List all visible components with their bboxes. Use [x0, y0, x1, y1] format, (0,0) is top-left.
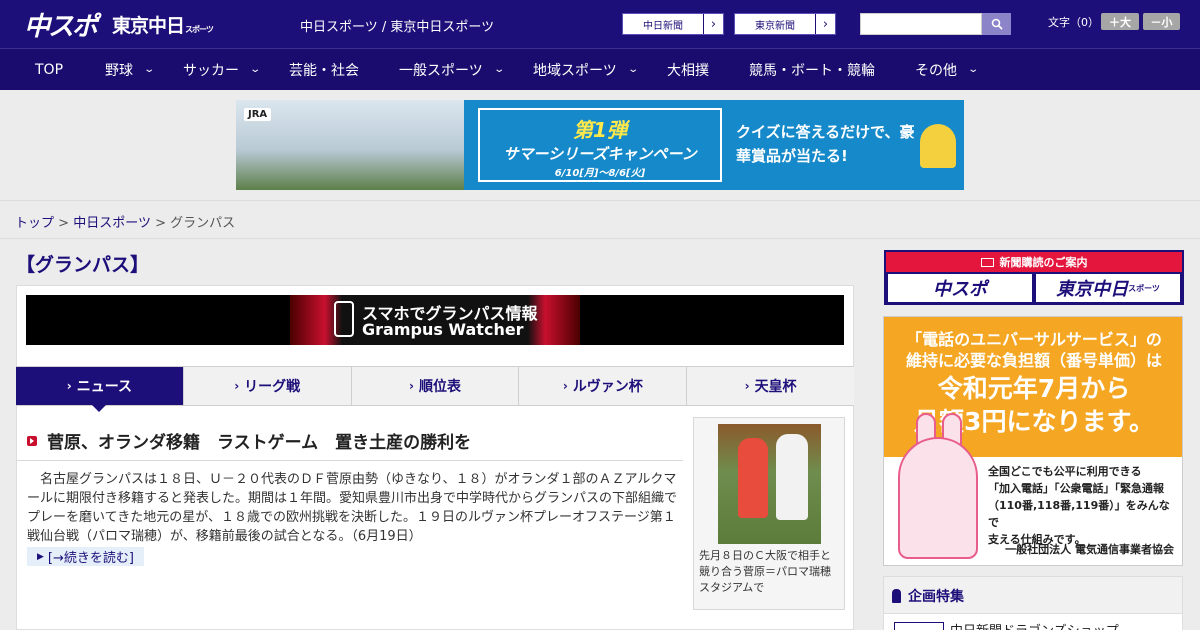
section-tabs: › ニュース › リーグ戦 › 順位表 › ルヴァン杯 › 天皇杯 [16, 366, 854, 412]
campaign-dates: 6/10[月]～8/6[火] [554, 168, 646, 179]
play-icon [27, 435, 37, 446]
site-header: 中スポ 東京中日スポーツ 中日スポーツ / 東京中日スポーツ 中日新聞 › 東京… [0, 0, 1200, 48]
universal-service-ad[interactable]: 「電話のユニバーサルサービス」の 維持に必要な負担額（番号単価）は 令和元年7月… [883, 316, 1183, 566]
tab-league[interactable]: › リーグ戦 [184, 367, 352, 405]
read-more-text: [→続きを読む] [47, 551, 134, 566]
subscription-header: 新聞購読のご案内 [886, 252, 1182, 272]
special-feature-text: 中日新聞ドラゴンズショップ [950, 620, 1119, 630]
photo-caption: 先月８日のＣ大阪で相手と競り合う菅原＝パロマ瑞穂スタジアムで [699, 549, 831, 594]
font-bigger-button[interactable]: ＋大 [1101, 13, 1139, 30]
chevron-right-icon: › [409, 379, 414, 393]
site-logo[interactable]: 中スポ 東京中日スポーツ [24, 6, 214, 43]
chunichi-shimbun-button[interactable]: 中日新聞 › [622, 13, 724, 35]
chevron-down-icon: ⌄ [143, 64, 156, 75]
breadcrumb-bar: トップ > 中日スポーツ > グランパス [0, 200, 1200, 239]
triangle-right-icon: ▶ [37, 551, 44, 562]
chevron-down-icon: ⌄ [967, 64, 980, 75]
special-feature-thumb [894, 622, 944, 630]
jra-banner-ad[interactable]: JRA 第1弾 サマーシリーズキャンペーン 6/10[月]～8/6[火] クイズ… [236, 100, 964, 190]
site-title: 中日スポーツ / 東京中日スポーツ [300, 20, 495, 35]
main-nav: TOP 野球 ⌄ サッカー ⌄ 芸能・社会 一般スポーツ ⌄ 地域スポーツ ⌄ 大相撲 … [0, 48, 1200, 90]
trophy-icon [920, 124, 956, 168]
subscribe-tokyo-link[interactable]: 東京中日 スポーツ [1036, 274, 1180, 302]
campaign-title: 第1弾 [573, 118, 627, 142]
nav-top[interactable]: TOP [35, 49, 63, 90]
nav-other[interactable]: その他 ⌄ [915, 49, 980, 90]
breadcrumb-chunichi-sports[interactable]: 中日スポーツ [73, 216, 151, 231]
special-features-box: 企画特集 中日新聞ドラゴンズショップ [883, 576, 1183, 630]
subscription-title: 新聞購読のご案内 [999, 256, 1088, 269]
newspaper-icon [980, 257, 994, 267]
breadcrumb-sep: > [58, 216, 70, 231]
subscription-box[interactable]: 新聞購読のご案内 中スポ 東京中日 スポーツ [884, 250, 1184, 305]
campaign-name: サマーシリーズキャンペーン [503, 145, 697, 163]
chevron-right-icon: › [562, 379, 568, 393]
bunny-mascot-icon [898, 437, 978, 559]
breadcrumb: トップ > 中日スポーツ > グランパス [15, 212, 235, 231]
nav-soccer[interactable]: サッカー ⌄ [183, 49, 262, 90]
grampus-watcher-banner[interactable]: スマホでグランパス情報 Grampus Watcher [26, 295, 844, 345]
nav-local-sports[interactable]: 地域スポーツ ⌄ [533, 49, 639, 90]
logo-chuspo[interactable]: 中スポ [24, 6, 98, 43]
nav-general-sports[interactable]: 一般スポーツ ⌄ [399, 49, 505, 90]
tab-levain-cup[interactable]: › ルヴァン杯 [519, 367, 688, 405]
article-body: 名古屋グランパスは１８日、Ｕ－２０代表のＤＦ菅原由勢（ゆきなり、１８）がオランダ… [27, 472, 678, 544]
campaign-copy: クイズに答えるだけで、豪華賞品が当たる! [736, 123, 915, 165]
campaign-box: 第1弾 サマーシリーズキャンペーン 6/10[月]～8/6[火] [478, 108, 722, 182]
breadcrumb-sep: > [155, 216, 166, 231]
special-feature-item[interactable]: 中日新聞ドラゴンズショップ [884, 613, 1182, 630]
main-panel: スマホでグランパス情報 Grampus Watcher › ニュース › リーグ戦 … [16, 285, 854, 630]
tab-news[interactable]: › ニュース [16, 367, 184, 412]
article-photo-card[interactable]: 先月８日のＣ大阪で相手と競り合う菅原＝パロマ瑞穂スタジアムで [693, 417, 845, 610]
jra-logo: JRA [244, 108, 272, 121]
page-title: 【グランパス】 [16, 254, 150, 276]
nav-entertainment[interactable]: 芸能・社会 [289, 49, 359, 90]
logo-tokyo-chunichi[interactable]: 東京中日スポーツ [112, 11, 214, 38]
smartphone-icon [334, 301, 354, 337]
nav-baseball[interactable]: 野球 ⌄ [105, 49, 156, 90]
chevron-right-icon: › [815, 14, 835, 34]
nav-racing[interactable]: 競馬・ボート・競輪 [749, 49, 875, 90]
player-figure [776, 434, 808, 520]
horse-racing-photo: JRA [236, 100, 464, 190]
font-size-label: 文字（0） [1048, 16, 1099, 29]
chevron-right-icon: › [703, 14, 723, 34]
article-headline[interactable]: 菅原、オランダ移籍 ラストゲーム 置き土産の勝利を [27, 428, 471, 453]
chevron-down-icon: ⌄ [627, 64, 639, 75]
font-smaller-button[interactable]: －小 [1143, 13, 1180, 30]
chevron-down-icon: ⌄ [493, 64, 505, 75]
subscription-logos: 中スポ 東京中日 スポーツ [886, 273, 1182, 303]
breadcrumb-current: グランパス [170, 216, 236, 231]
nav-sumo[interactable]: 大相撲 [667, 49, 709, 90]
ribbon-icon [892, 589, 901, 603]
search-input[interactable] [860, 13, 982, 35]
tab-emperors-cup[interactable]: › 天皇杯 [687, 367, 854, 405]
read-more-link[interactable]: ▶ [→続きを読む] [27, 547, 144, 566]
search-button[interactable] [982, 13, 1011, 35]
ad-organization: 一般社団法人 電気通信事業者協会 [1005, 543, 1174, 556]
chevron-down-icon: ⌄ [249, 64, 262, 75]
player-figure [738, 438, 768, 518]
chevron-right-icon: › [66, 379, 72, 393]
subscribe-chuspo-link[interactable]: 中スポ [888, 274, 1032, 302]
ad-headline: 「電話のユニバーサルサービス」の 維持に必要な負担額（番号単価）は [905, 330, 1162, 370]
breadcrumb-top[interactable]: トップ [15, 216, 54, 231]
tab-standings[interactable]: › 順位表 [352, 367, 520, 405]
grampus-banner-line2: Grampus Watcher [362, 320, 524, 339]
article-photo [718, 424, 821, 544]
chevron-right-icon: › [744, 379, 750, 393]
divider [17, 460, 683, 461]
tokyo-shimbun-button[interactable]: 東京新聞 › [734, 13, 836, 35]
article-headline-text: 菅原、オランダ移籍 ラストゲーム 置き土産の勝利を [47, 433, 472, 453]
ad-description: 全国どこでも公平に利用できる 「加入電話」「公衆電話」「緊急通報 （110番,1… [988, 465, 1170, 546]
chevron-right-icon: › [234, 379, 240, 393]
special-features-heading: 企画特集 [892, 586, 964, 606]
search-icon [991, 18, 1003, 30]
